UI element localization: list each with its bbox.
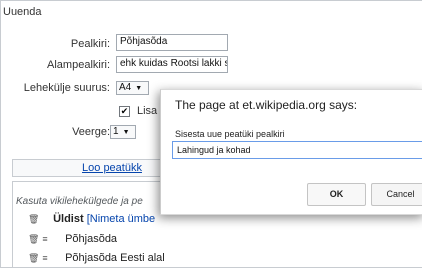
- page-size-select[interactable]: A4 ▼: [116, 81, 149, 95]
- outline-hint: Kasuta vikilehekülgede ja pe: [16, 196, 143, 207]
- dialog-input[interactable]: Lahingud ja kohad: [172, 141, 422, 159]
- page-size-value: A4: [119, 82, 132, 93]
- list-item: 🗑 ≡ Põhjasõda: [28, 233, 117, 245]
- drag-handle-icon[interactable]: ≡: [40, 253, 50, 263]
- add-checkbox[interactable]: ✔: [119, 106, 130, 117]
- dialog-message: Sisesta uue peatüki pealkiri: [175, 129, 285, 139]
- title-input[interactable]: Põhjasõda: [116, 34, 228, 51]
- columns-label: Veerge:: [72, 126, 110, 138]
- chapter-title: Üldist: [53, 213, 84, 225]
- subtitle-input[interactable]: ehk kuidas Rootsi lakki sa: [116, 56, 228, 73]
- prompt-dialog: The page at et.wikipedia.org says: Sises…: [160, 89, 422, 215]
- page-size-label: Lehekülje suurus:: [23, 82, 110, 94]
- article-title: Põhjasõda: [65, 233, 118, 245]
- new-chapter-link[interactable]: Loo peatükk: [82, 160, 142, 177]
- subtitle-label: Alampealkiri:: [47, 59, 110, 71]
- trash-icon[interactable]: 🗑: [28, 214, 39, 225]
- list-item: 🗑 Üldist [Nimeta ümbe: [28, 213, 155, 225]
- columns-select[interactable]: 1 ▼: [110, 125, 136, 139]
- chevron-down-icon: ▼: [135, 85, 143, 92]
- chevron-down-icon: ▼: [122, 129, 130, 136]
- cancel-button[interactable]: Cancel: [371, 183, 422, 206]
- trash-icon[interactable]: 🗑: [28, 234, 39, 245]
- list-item: 🗑 ≡ Põhjasõda Eesti alal: [28, 252, 165, 264]
- article-title: Põhjasõda Eesti alal: [65, 252, 165, 264]
- title-label: Pealkiri:: [70, 38, 110, 50]
- ok-button[interactable]: OK: [307, 183, 366, 206]
- trash-icon[interactable]: 🗑: [28, 253, 39, 264]
- drag-handle-icon[interactable]: ≡: [40, 234, 50, 244]
- columns-value: 1: [113, 126, 119, 137]
- dialog-title: The page at et.wikipedia.org says:: [175, 98, 358, 112]
- rename-link[interactable]: [Nimeta ümbe: [87, 213, 155, 225]
- fieldset-legend: Uuenda: [3, 6, 42, 18]
